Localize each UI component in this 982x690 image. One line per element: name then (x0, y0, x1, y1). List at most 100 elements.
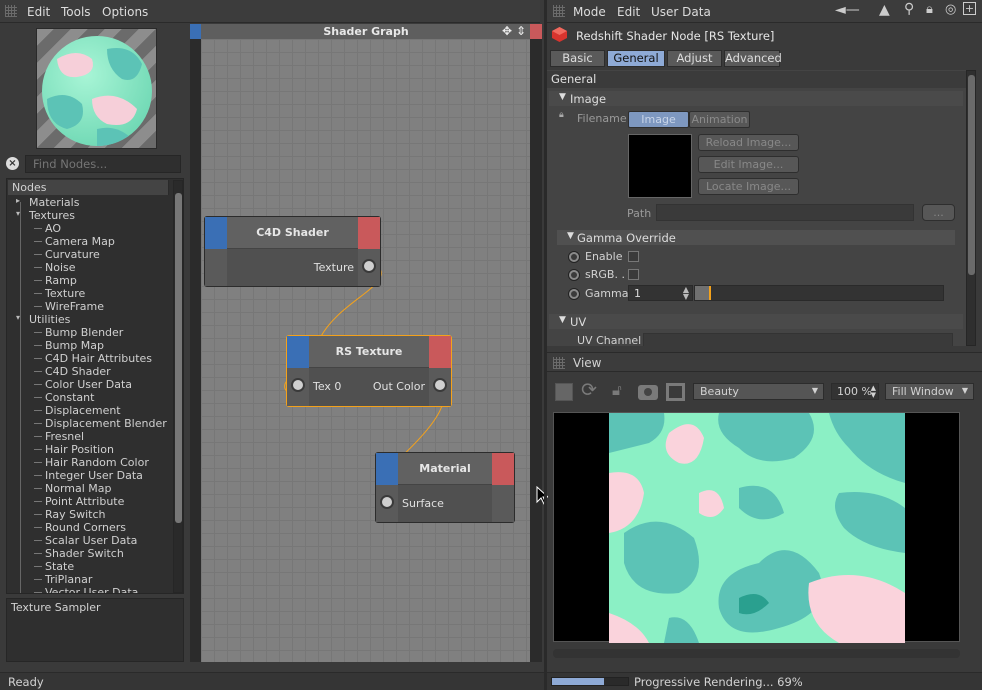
section-gamma-override[interactable]: ▼ Gamma Override (557, 230, 955, 245)
tree-item[interactable]: Color User Data (45, 378, 132, 391)
tree-category[interactable]: Utilities (29, 313, 70, 326)
gamma-slider[interactable] (694, 285, 944, 301)
fit-dropdown[interactable]: Fill Window ▼ (885, 383, 974, 400)
filename-tab-image[interactable]: Image (628, 111, 689, 128)
port-surface-in[interactable] (380, 495, 394, 509)
gamma-keyframe-icon[interactable] (568, 288, 580, 300)
path-field[interactable] (656, 204, 914, 221)
enable-keyframe-icon[interactable] (568, 251, 580, 263)
tree-item[interactable]: C4D Hair Attributes (45, 352, 152, 365)
pointer-icon[interactable]: ▲ (879, 2, 890, 18)
refresh-icon[interactable]: ⟳ (581, 379, 597, 401)
port-tex0-in[interactable] (291, 378, 305, 392)
section-image[interactable]: ▼ Image (549, 91, 963, 106)
uv-channel-field[interactable] (643, 333, 953, 346)
tree-item[interactable]: State (45, 560, 74, 573)
path-browse-button[interactable]: ... (922, 204, 955, 221)
stop-render-icon[interactable] (555, 383, 573, 401)
node-material[interactable]: Material Surface (375, 452, 515, 523)
tree-item[interactable]: Ramp (45, 274, 77, 287)
menu-mode[interactable]: Mode (573, 5, 606, 19)
camera-icon[interactable] (638, 385, 658, 400)
enable-checkbox[interactable] (628, 251, 639, 262)
menu-user-data[interactable]: User Data (651, 5, 711, 19)
menu-attr-edit[interactable]: Edit (617, 5, 640, 19)
locate-image-button[interactable]: Locate Image... (698, 178, 799, 195)
gamma-input[interactable]: 1 ▲ ▼ (628, 285, 693, 301)
target-icon[interactable]: ◎ (945, 2, 956, 17)
tree-item[interactable]: Scalar User Data (45, 534, 137, 547)
grip-icon[interactable] (553, 5, 565, 17)
tree-item[interactable]: Bump Map (45, 339, 104, 352)
nodes-header[interactable]: Nodes (8, 180, 169, 195)
srgb-checkbox[interactable] (628, 269, 639, 280)
nodes-scroll-thumb[interactable] (175, 193, 182, 523)
tree-item[interactable]: Normal Map (45, 482, 112, 495)
search-icon[interactable]: ⚲ (904, 1, 914, 17)
tree-item[interactable]: Camera Map (45, 235, 115, 248)
aov-dropdown[interactable]: Beauty ▼ (693, 383, 824, 400)
tree-item[interactable]: Fresnel (45, 430, 84, 443)
tree-item[interactable]: Integer User Data (45, 469, 143, 482)
port-out-color[interactable] (433, 378, 447, 392)
tab-adjust[interactable]: Adjust (667, 50, 722, 67)
grip-icon[interactable] (5, 5, 17, 17)
section-uv[interactable]: ▼ UV (549, 314, 963, 329)
tree-item[interactable]: Displacement Blender (45, 417, 167, 430)
lock-icon[interactable]: 🔒︎ (559, 110, 564, 120)
tree-item[interactable]: Constant (45, 391, 94, 404)
attr-scrollbar[interactable] (966, 70, 976, 346)
render-view[interactable] (553, 412, 960, 643)
gamma-slider-handle[interactable] (709, 286, 711, 300)
node-rs-texture[interactable]: RS Texture Tex 0 Out Color (286, 335, 452, 407)
tree-item[interactable]: Hair Random Color (45, 456, 149, 469)
lock-icon[interactable]: 🔒︎ (926, 2, 933, 17)
tree-item[interactable]: C4D Shader (45, 365, 111, 378)
tree-item[interactable]: Hair Position (45, 443, 114, 456)
edit-image-button[interactable]: Edit Image... (698, 156, 799, 173)
tree-item[interactable]: Texture (45, 287, 85, 300)
attr-scroll-thumb[interactable] (968, 75, 975, 275)
tree-item[interactable]: AO (45, 222, 61, 235)
clear-search-icon[interactable]: × (6, 157, 19, 170)
menu-tools[interactable]: Tools (61, 5, 91, 19)
view-hscrollbar[interactable] (553, 649, 960, 658)
spinner-icon[interactable]: ▲ ▼ (683, 286, 689, 301)
tree-item[interactable]: Vector User Data (45, 586, 138, 593)
search-input[interactable] (25, 155, 181, 173)
port-texture-out[interactable] (362, 259, 376, 273)
tree-item[interactable]: Point Attribute (45, 495, 124, 508)
region-icon[interactable] (666, 383, 685, 401)
tree-item[interactable]: Ray Switch (45, 508, 106, 521)
zoom-input[interactable]: 100 % ▲ ▼ (831, 383, 879, 400)
tree-item[interactable]: Shader Switch (45, 547, 124, 560)
pan-icon[interactable]: ✥ (502, 24, 512, 38)
filename-tab-animation[interactable]: Animation (689, 111, 750, 128)
tab-advanced[interactable]: Advanced (724, 50, 782, 67)
nodes-scrollbar[interactable] (173, 180, 183, 593)
unlock-icon[interactable]: 🔓︎ (612, 381, 622, 399)
new-panel-icon[interactable]: + (963, 2, 976, 15)
tree-item[interactable]: Bump Blender (45, 326, 123, 339)
menu-edit[interactable]: Edit (27, 5, 50, 19)
tree-item[interactable]: Curvature (45, 248, 100, 261)
image-thumbnail[interactable] (628, 134, 692, 198)
tree-category[interactable]: Materials (29, 196, 79, 209)
tab-general[interactable]: General (607, 50, 665, 67)
zoom-icon[interactable]: ⇕ (516, 24, 526, 38)
tab-basic[interactable]: Basic (550, 50, 605, 67)
spinner-icon[interactable]: ▲ ▼ (871, 385, 876, 399)
menu-options[interactable]: Options (102, 5, 148, 19)
tree-category[interactable]: Textures (29, 209, 75, 222)
collapse-arrow-icon: ▼ (567, 231, 574, 241)
srgb-keyframe-icon[interactable] (568, 269, 580, 281)
tree-item[interactable]: Displacement (45, 404, 121, 417)
tree-item[interactable]: WireFrame (45, 300, 104, 313)
node-c4d-shader[interactable]: C4D Shader Texture (204, 216, 381, 287)
tree-item[interactable]: TriPlanar (45, 573, 92, 586)
reload-image-button[interactable]: Reload Image... (698, 134, 799, 151)
tree-item[interactable]: Round Corners (45, 521, 126, 534)
tree-item[interactable]: Noise (45, 261, 76, 274)
back-arrow-icon[interactable]: ◄— (835, 2, 860, 18)
grip-icon[interactable] (553, 357, 565, 369)
